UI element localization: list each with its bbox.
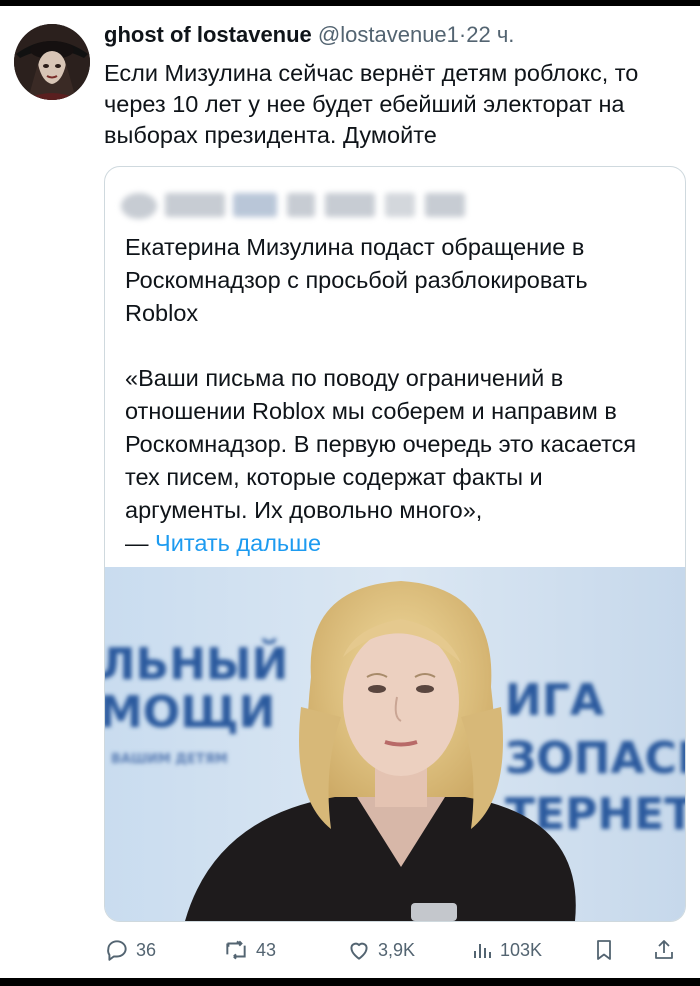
photo-sign-left-1: ЛЬНЫЙ (105, 637, 288, 690)
reply-icon (107, 940, 127, 961)
reply-count: 36 (136, 939, 157, 960)
reply-button[interactable]: 36 (104, 930, 156, 970)
avatar[interactable] (14, 24, 90, 100)
photo-sign-right-1: ИГА (505, 675, 604, 726)
views-count: 103K (500, 939, 543, 960)
bookmark-icon (597, 940, 611, 960)
bookmark-button[interactable] (592, 930, 616, 970)
views-button[interactable]: 103K (470, 930, 542, 970)
top-edge (0, 0, 700, 6)
repost-count: 43 (256, 939, 277, 960)
share-button[interactable] (652, 930, 676, 970)
photo-sign-left-2: МОЩИ (105, 687, 275, 738)
photo-image: ЛЬНЫЙ МОЩИ ВАШИМ ДЕТЯМ ИГА ЗОПАСНО ТЕРНЕ… (105, 567, 685, 921)
like-button[interactable]: 3,9K (346, 930, 415, 970)
post-time[interactable]: 22 ч. (466, 22, 514, 47)
views-icon (474, 944, 491, 958)
read-more-dash: — (125, 530, 156, 556)
repost-icon (226, 940, 246, 960)
quoted-post-card[interactable]: Екатерина Мизулина подаст обращение в Ро… (104, 166, 686, 922)
quoted-text-block: Екатерина Мизулина подаст обращение в Ро… (125, 231, 665, 560)
like-icon (350, 942, 368, 960)
post-header: ghost of lostavenue @lostavenue1·22 ч. (104, 22, 514, 48)
read-more-line: — Читать дальше (125, 527, 665, 560)
quoted-quote: «Ваши письма по поводу ограничений в отн… (125, 365, 637, 523)
blurred-author-row (121, 193, 481, 219)
action-bar: 36 43 3,9K 103K (0, 930, 700, 970)
avatar-image (14, 24, 90, 100)
display-name[interactable]: ghost of lostavenue (104, 22, 312, 47)
user-handle[interactable]: @lostavenue1 (318, 22, 459, 47)
bottom-edge (0, 978, 700, 986)
photo-sign-left-3: ВАШИМ ДЕТЯМ (111, 752, 228, 767)
quoted-headline: Екатерина Мизулина подаст обращение в Ро… (125, 234, 588, 326)
photo-sign-right-2: ЗОПАСНО (505, 733, 685, 784)
post-text: Если Мизулина сейчас вернёт детям роблок… (104, 60, 639, 148)
like-count: 3,9K (378, 939, 416, 960)
post-screenshot: ghost of lostavenue @lostavenue1·22 ч. Е… (0, 0, 700, 986)
read-more-link[interactable]: Читать дальше (155, 530, 321, 556)
share-icon (655, 940, 673, 959)
repost-button[interactable]: 43 (222, 930, 276, 970)
quoted-photo[interactable]: ЛЬНЫЙ МОЩИ ВАШИМ ДЕТЯМ ИГА ЗОПАСНО ТЕРНЕ… (105, 567, 685, 921)
